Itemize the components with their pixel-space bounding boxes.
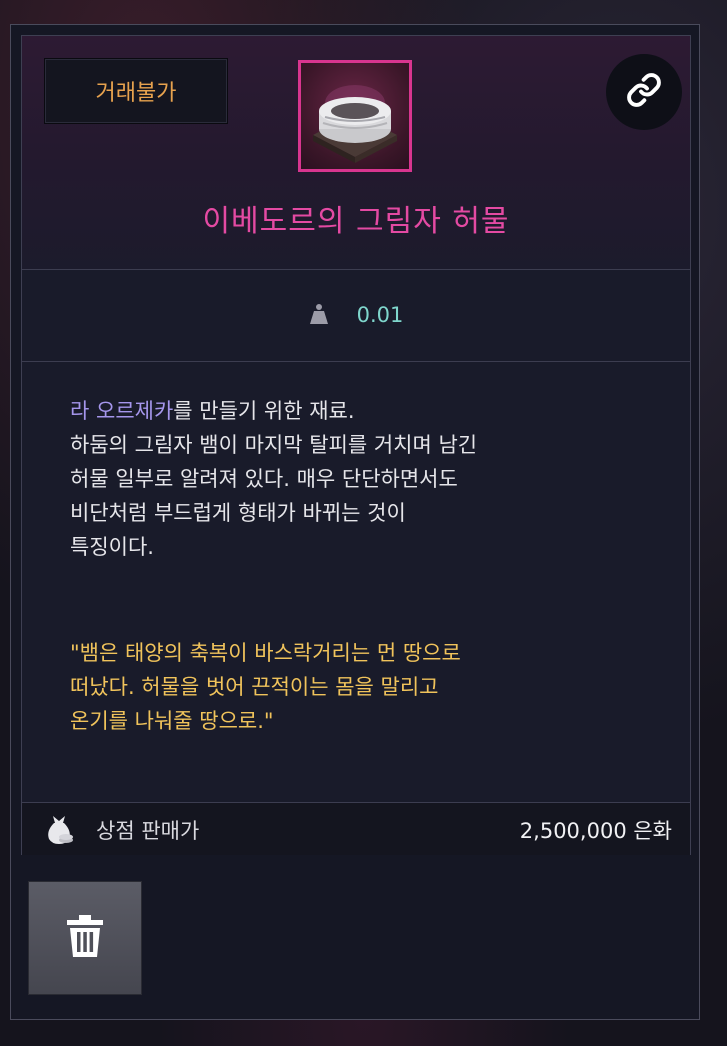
trade-restriction-badge: 거래불가	[44, 58, 228, 124]
description-highlight-link: 라 오르제카	[70, 399, 174, 423]
item-lore-quote: "뱀은 태양의 축복이 바스락거리는 먼 땅으로 떠났다. 허물을 벗어 끈적이…	[70, 636, 660, 738]
description-line: 특징이다.	[70, 535, 154, 559]
description-line: 비단처럼 부드럽게 형태가 바뀌는 것이	[70, 501, 406, 525]
trash-icon	[65, 914, 105, 962]
link-icon	[626, 72, 662, 112]
description-line: 하둠의 그림자 뱀이 마지막 탈피를 거치며 남긴	[70, 433, 478, 457]
weight-icon	[309, 303, 329, 329]
quote-line: 떠났다. 허물을 벗어 끈적이는 몸을 말리고	[70, 675, 439, 699]
item-description: 라 오르제카를 만들기 위한 재료. 하둠의 그림자 뱀이 마지막 탈피를 거치…	[70, 394, 660, 564]
delete-item-button[interactable]	[28, 881, 142, 995]
shop-price-row: 상점 판매가 2,500,000 은화	[22, 802, 690, 855]
item-tooltip-panel: 거래불가 이베도르의 그림자 허물 0.01 라 오르제카를 만들기 위한 재료…	[10, 24, 700, 1020]
link-button[interactable]	[606, 54, 682, 130]
shop-price-value: 2,500,000 은화	[519, 819, 672, 843]
silk-cloth-item-icon	[298, 60, 412, 172]
item-header: 거래불가 이베도르의 그림자 허물	[22, 36, 690, 270]
description-line: 허물 일부로 알려져 있다. 매우 단단하면서도	[70, 467, 458, 491]
description-line: 라 오르제카를 만들기 위한 재료.	[70, 394, 660, 428]
item-name: 이베도르의 그림자 허물	[202, 204, 510, 239]
weight-value: 0.01	[356, 303, 404, 327]
quote-line: 온기를 나눠줄 땅으로."	[70, 709, 274, 733]
weight-row: 0.01	[22, 269, 690, 362]
quote-line: "뱀은 태양의 축복이 바스락거리는 먼 땅으로	[70, 641, 461, 665]
description-text: 를 만들기 위한 재료.	[173, 399, 355, 423]
item-card: 거래불가 이베도르의 그림자 허물 0.01 라 오르제카를 만들기 위한 재료…	[21, 35, 691, 855]
money-bag-icon	[44, 813, 74, 849]
shop-price-label: 상점 판매가	[96, 819, 200, 843]
